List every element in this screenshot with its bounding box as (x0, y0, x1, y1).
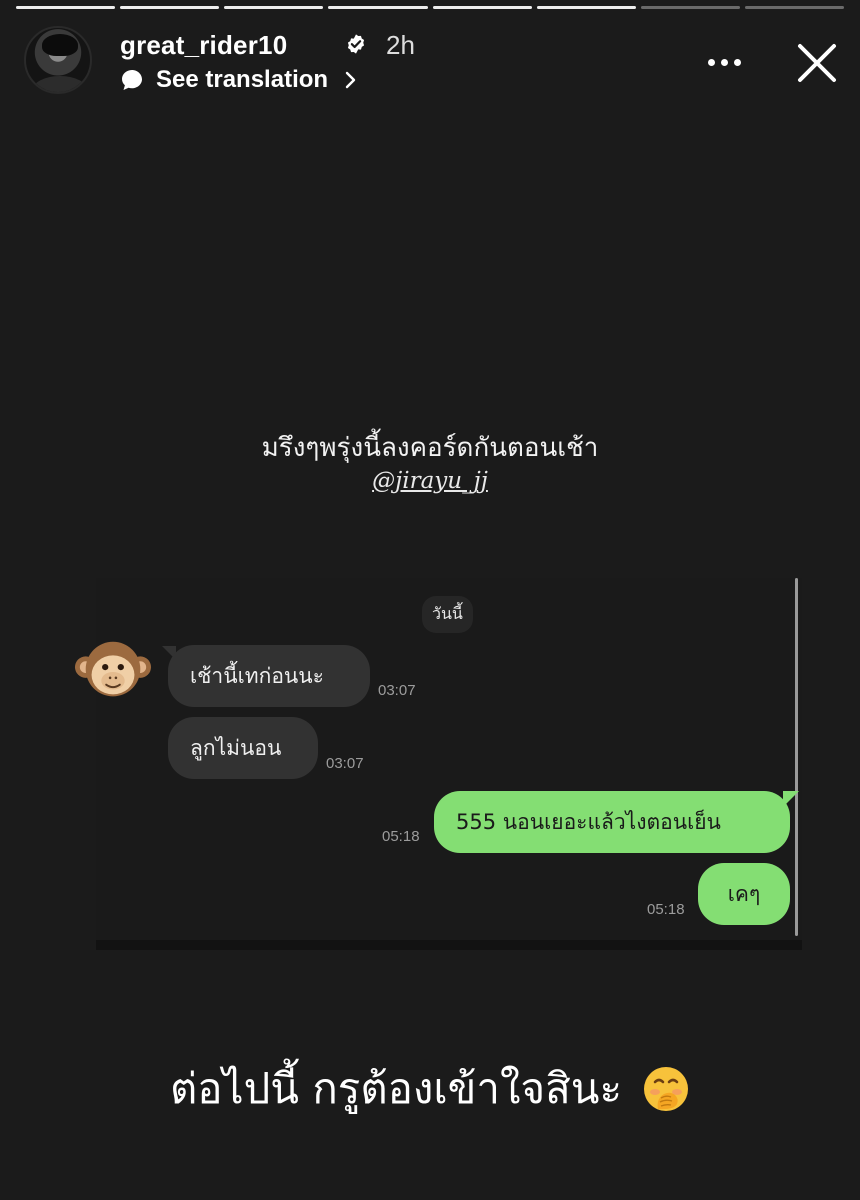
message-bubble-outgoing[interactable]: เคๆ (698, 863, 790, 925)
message-text: 555 นอนเยอะแล้วไงตอนเย็น (456, 809, 721, 834)
message-timestamp: 05:18 (382, 828, 420, 845)
message-text: เคๆ (727, 881, 761, 906)
story-caption-top: มรึงๆพรุ่งนี้ลงคอร์ดกันตอนเช้า (261, 433, 599, 463)
message-timestamp: 03:07 (326, 755, 364, 772)
message-bubble-outgoing[interactable]: 555 นอนเยอะแล้วไงตอนเย็น (434, 791, 790, 853)
progress-segment (744, 6, 844, 9)
post-time: 2h (386, 30, 415, 60)
progress-segment (16, 6, 116, 9)
message-text: ลูกไม่นอน (190, 735, 282, 760)
progress-segment (120, 6, 220, 9)
message-timestamp: 05:18 (647, 901, 685, 918)
chat-scrollbar (795, 578, 798, 936)
progress-segment (432, 6, 532, 9)
progress-segment (640, 6, 740, 9)
chevron-right-icon (345, 71, 356, 89)
chat-bottom-bar (96, 940, 802, 950)
progress-segment (224, 6, 324, 9)
message-timestamp: 03:07 (378, 682, 416, 699)
chat-screenshot: วันนี้ เช้านี้เทก่อนนะ 03:07 ลูกไม่นอน 0… (74, 578, 802, 950)
monkey-emoji-icon (74, 641, 152, 697)
progress-segment (328, 6, 428, 9)
story-header: great_rider10 2h See translation (24, 26, 840, 96)
avatar[interactable] (24, 26, 92, 94)
translate-bubble-icon (122, 70, 142, 90)
more-options-icon[interactable] (708, 52, 748, 72)
close-icon[interactable] (794, 40, 840, 86)
caption-bottom-text: ต่อไปนี้ กรูต้องเข้าใจสินะ (169, 1064, 622, 1113)
see-translation-link[interactable]: See translation (120, 66, 358, 94)
see-translation-label: See translation (156, 66, 329, 93)
username[interactable]: great_rider10 (120, 30, 287, 61)
message-text: เช้านี้เทก่อนนะ (190, 663, 324, 688)
date-divider: วันนี้ (422, 596, 473, 633)
hand-over-mouth-emoji-icon (644, 1067, 688, 1111)
mention-tag[interactable]: @jirayu_jj (0, 468, 860, 494)
message-bubble-incoming[interactable]: ลูกไม่นอน (168, 717, 318, 779)
message-bubble-incoming[interactable]: เช้านี้เทก่อนนะ (168, 645, 370, 707)
progress-segment (536, 6, 636, 9)
story-caption-bottom: ต่อไปนี้ กรูต้องเข้าใจสินะ (0, 1056, 860, 1122)
verified-badge-icon (347, 34, 365, 54)
story-progress-bar (16, 6, 844, 9)
